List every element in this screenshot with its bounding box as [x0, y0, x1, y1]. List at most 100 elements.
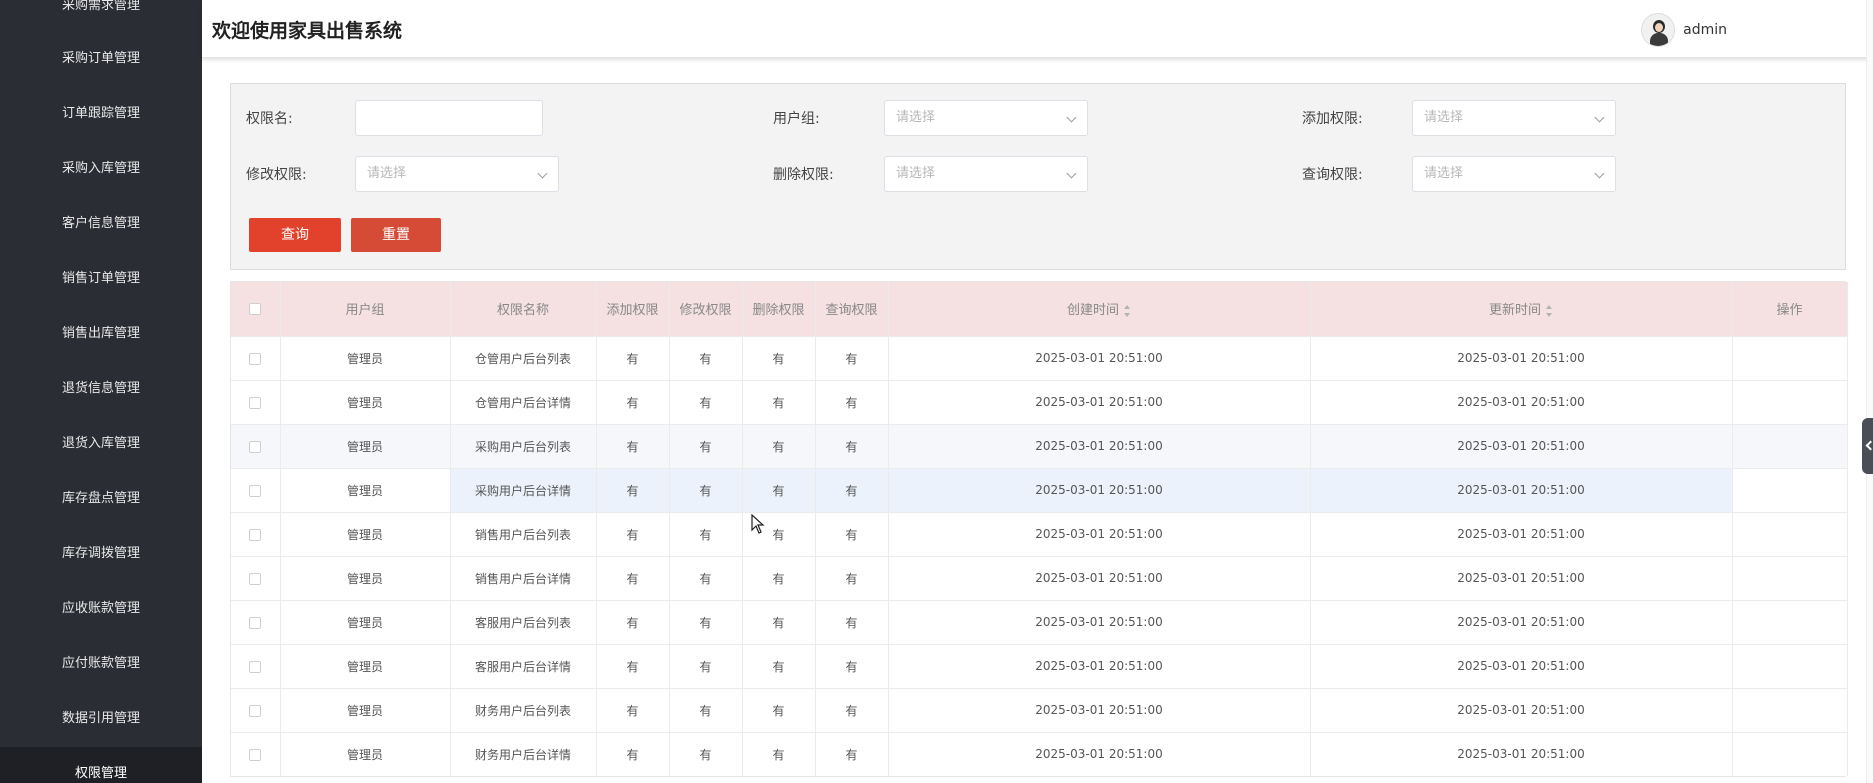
sidebar-item-sales-order[interactable]: 销售订单管理: [0, 259, 202, 299]
cell-delete-perm: 有: [742, 555, 816, 600]
table-row[interactable]: 管理员 客服用户后台列表 有 有 有 有 2025-03-01 20:51:00…: [231, 599, 1848, 644]
cell-delete-perm: 有: [742, 379, 816, 424]
sidebar-item-return-inbound[interactable]: 退货入库管理: [0, 424, 202, 464]
cell-perm-name: 销售用户后台详情: [450, 555, 597, 600]
cell-user-group: 管理员: [280, 511, 451, 556]
cell-updated-time: 2025-03-01 20:51:00: [1310, 379, 1733, 424]
cell-updated-time: 2025-03-01 20:51:00: [1310, 511, 1733, 556]
add-perm-select[interactable]: 请选择: [1412, 100, 1616, 136]
cell-query-perm: 有: [815, 555, 889, 600]
table-row[interactable]: 管理员 采购用户后台详情 有 有 有 有 2025-03-01 20:51:00…: [231, 467, 1848, 512]
cell-edit-perm: 有: [669, 335, 743, 380]
cell-add-perm: 有: [596, 599, 670, 644]
row-checkbox[interactable]: [249, 484, 262, 497]
table-row[interactable]: 管理员 财务用户后台列表 有 有 有 有 2025-03-01 20:51:00…: [231, 687, 1848, 732]
sidebar-item-permissions[interactable]: 权限管理: [0, 747, 202, 783]
query-button[interactable]: 查询: [249, 218, 341, 252]
col-created-time[interactable]: 创建时间: [888, 282, 1311, 336]
user-group-select[interactable]: 请选择: [884, 100, 1088, 136]
table-row[interactable]: 管理员 客服用户后台详情 有 有 有 有 2025-03-01 20:51:00…: [231, 643, 1848, 688]
cell-updated-time: 2025-03-01 20:51:00: [1310, 555, 1733, 600]
sidebar-item-order-tracking[interactable]: 订单跟踪管理: [0, 94, 202, 134]
search-panel: 权限名: 用户组: 请选择 添加权限: 请选择 修改权限: 请选择 删除权限: …: [230, 83, 1846, 270]
cell-delete-perm: 有: [742, 731, 816, 776]
cell-query-perm: 有: [815, 599, 889, 644]
mouse-cursor-icon: [751, 514, 765, 534]
row-checkbox[interactable]: [249, 396, 262, 409]
col-add-perm: 添加权限: [596, 282, 670, 336]
sidebar-item-payables[interactable]: 应付账款管理: [0, 644, 202, 684]
cell-actions: [1732, 379, 1848, 424]
row-checkbox[interactable]: [249, 748, 262, 761]
collapse-tab-icon[interactable]: [1862, 418, 1873, 474]
reset-button[interactable]: 重置: [351, 218, 441, 252]
table-row[interactable]: 管理员 财务用户后台详情 有 有 有 有 2025-03-01 20:51:00…: [231, 731, 1848, 776]
table-header-row: 用户组 权限名称 添加权限 修改权限 删除权限 查询权限 创建时间 更新时间 操…: [231, 282, 1848, 336]
table-row[interactable]: 管理员 采购用户后台列表 有 有 有 有 2025-03-01 20:51:00…: [231, 423, 1848, 468]
table-row[interactable]: 管理员 仓管用户后台详情 有 有 有 有 2025-03-01 20:51:00…: [231, 379, 1848, 424]
cell-add-perm: 有: [596, 511, 670, 556]
query-perm-select[interactable]: 请选择: [1412, 156, 1616, 192]
cell-delete-perm: 有: [742, 423, 816, 468]
cell-delete-perm: 有: [742, 335, 816, 380]
sort-icon[interactable]: [1545, 304, 1553, 317]
table-row[interactable]: 管理员 销售用户后台列表 有 有 有 有 2025-03-01 20:51:00…: [231, 511, 1848, 556]
sidebar-item-receivables[interactable]: 应收账款管理: [0, 589, 202, 629]
sidebar-item-sales-outbound[interactable]: 销售出库管理: [0, 314, 202, 354]
cell-user-group: 管理员: [280, 687, 451, 732]
sidebar-item-stock-count[interactable]: 库存盘点管理: [0, 479, 202, 519]
row-checkbox[interactable]: [249, 704, 262, 717]
sidebar-item-return-info[interactable]: 退货信息管理: [0, 369, 202, 409]
row-checkbox[interactable]: [249, 440, 262, 453]
row-checkbox[interactable]: [249, 352, 262, 365]
row-checkbox[interactable]: [249, 528, 262, 541]
avatar[interactable]: [1641, 13, 1676, 47]
cell-edit-perm: 有: [669, 731, 743, 776]
cell-actions: [1732, 467, 1848, 512]
table-row[interactable]: 管理员 销售用户后台详情 有 有 有 有 2025-03-01 20:51:00…: [231, 555, 1848, 600]
permissions-table: 用户组 权限名称 添加权限 修改权限 删除权限 查询权限 创建时间 更新时间 操…: [230, 281, 1848, 777]
user-menu[interactable]: admin: [1641, 13, 1727, 47]
cell-user-group: 管理员: [280, 731, 451, 776]
cell-query-perm: 有: [815, 423, 889, 468]
chevron-down-icon: [1594, 112, 1605, 123]
edit-perm-select[interactable]: 请选择: [355, 156, 559, 192]
select-all-checkbox[interactable]: [249, 302, 262, 315]
cell-actions: [1732, 731, 1848, 776]
col-query-perm: 查询权限: [815, 282, 889, 336]
cell-perm-name: 采购用户后台列表: [450, 423, 597, 468]
col-actions: 操作: [1732, 282, 1848, 336]
col-edit-perm: 修改权限: [669, 282, 743, 336]
sidebar-item-purchase-demand[interactable]: 采购需求管理: [0, 0, 202, 26]
cell-actions: [1732, 335, 1848, 380]
col-updated-time-label: 更新时间: [1488, 303, 1541, 319]
cell-edit-perm: 有: [669, 555, 743, 600]
sidebar-item-data-reference[interactable]: 数据引用管理: [0, 699, 202, 739]
cell-updated-time: 2025-03-01 20:51:00: [1310, 599, 1733, 644]
cell-created-time: 2025-03-01 20:51:00: [888, 467, 1311, 512]
row-checkbox[interactable]: [249, 572, 262, 585]
cell-perm-name: 采购用户后台详情: [450, 467, 597, 512]
delete-perm-placeholder: 请选择: [896, 166, 936, 181]
row-checkbox[interactable]: [249, 616, 262, 629]
sort-icon[interactable]: [1123, 304, 1131, 317]
perm-name-input[interactable]: [355, 100, 543, 136]
col-updated-time[interactable]: 更新时间: [1310, 282, 1733, 336]
col-delete-perm: 删除权限: [742, 282, 816, 336]
cell-created-time: 2025-03-01 20:51:00: [888, 511, 1311, 556]
top-header: 欢迎使用家具出售系统 admin: [202, 0, 1873, 58]
cell-updated-time: 2025-03-01 20:51:00: [1310, 687, 1733, 732]
sidebar-item-purchase-inbound[interactable]: 采购入库管理: [0, 149, 202, 189]
sidebar-item-customer-info[interactable]: 客户信息管理: [0, 204, 202, 244]
page-scrollbar[interactable]: [1866, 0, 1873, 783]
sidebar-item-stock-transfer[interactable]: 库存调拨管理: [0, 534, 202, 574]
cell-add-perm: 有: [596, 555, 670, 600]
cell-actions: [1732, 555, 1848, 600]
cell-query-perm: 有: [815, 379, 889, 424]
row-checkbox[interactable]: [249, 660, 262, 673]
cell-created-time: 2025-03-01 20:51:00: [888, 379, 1311, 424]
table-row[interactable]: 管理员 仓管用户后台列表 有 有 有 有 2025-03-01 20:51:00…: [231, 335, 1848, 380]
delete-perm-select[interactable]: 请选择: [884, 156, 1088, 192]
cell-edit-perm: 有: [669, 467, 743, 512]
sidebar-item-purchase-order[interactable]: 采购订单管理: [0, 39, 202, 79]
